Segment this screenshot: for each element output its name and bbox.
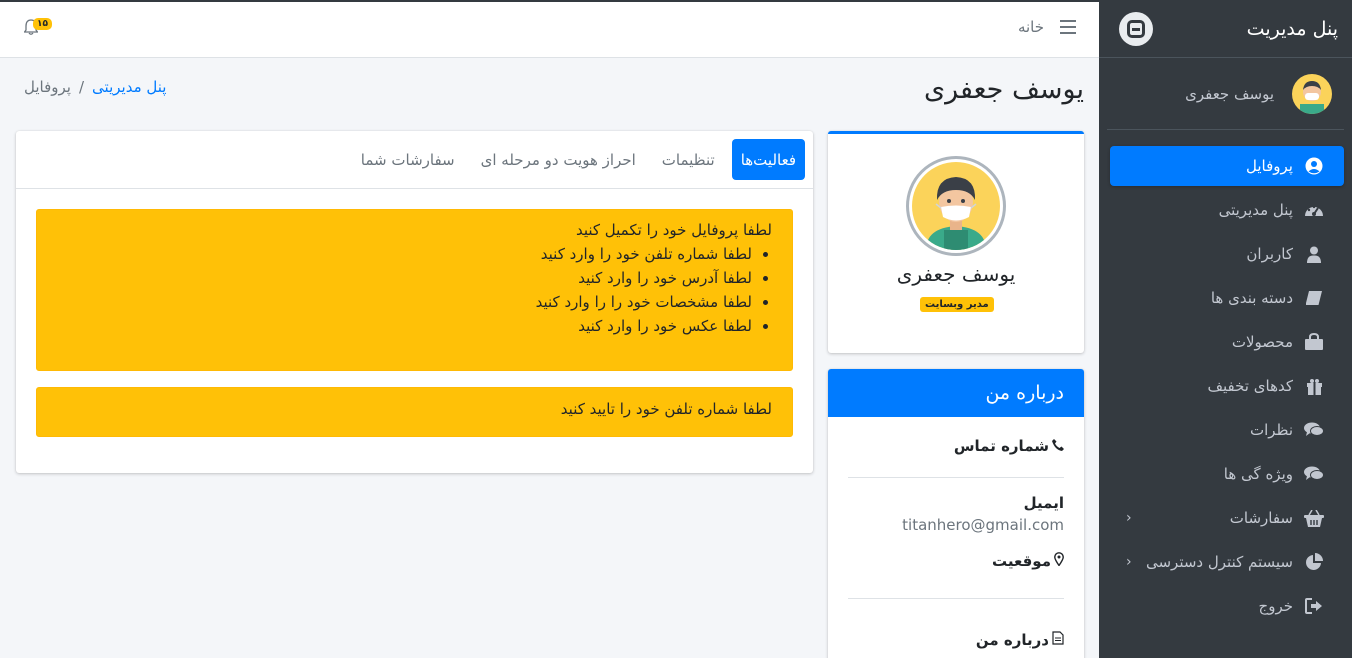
sidebar-item-label: ویژه گی ها	[1223, 465, 1293, 483]
profile-card: یوسف جعفری مدیر وبسایت	[828, 131, 1084, 353]
email-label: ایمیل	[1023, 494, 1064, 512]
profile-name: یوسف جعفری	[896, 262, 1016, 286]
sidebar-item-logout[interactable]: خروج	[1110, 586, 1344, 626]
alert-title: لطفا پروفایل خود را تکمیل کنید	[575, 221, 772, 239]
avatar	[1292, 73, 1332, 114]
sidebar-user-panel[interactable]: یوسف جعفری	[1107, 58, 1344, 130]
location-label: موقعیت	[992, 552, 1051, 570]
user-circle-icon	[1302, 157, 1326, 175]
sidebar: پنل مدیریت یوسف جعفری پروفایل پنل مدیریت…	[1099, 0, 1352, 658]
list-item: لطفا مشخصات خود را را وارد کنید	[57, 293, 752, 317]
role-badge: مدیر وبسایت	[920, 297, 994, 312]
brand-logo-icon	[1119, 11, 1153, 46]
sidebar-item-features[interactable]: ویژه گی ها	[1110, 454, 1344, 494]
activity-card: فعالیت‌ها تنظیمات احراز هویت دو مرحله ای…	[16, 131, 813, 473]
chart-pie-icon	[1302, 553, 1326, 571]
sidebar-item-label: نظرات	[1249, 421, 1293, 439]
sidebar-nav: پروفایل پنل مدیریتی کاربران دسته بندی ها…	[1099, 130, 1352, 626]
sidebar-item-label: دسته بندی ها	[1210, 289, 1293, 307]
breadcrumb: پنل مدیریتی / پروفایل	[24, 78, 166, 96]
phone-verify-alert: لطفا شماره تلفن خود را تایید کنید	[36, 387, 793, 437]
sidebar-item-access-control[interactable]: سیستم کنترل دسترسی ‹	[1110, 542, 1344, 582]
chevron-left-icon: ‹	[1126, 510, 1132, 526]
sidebar-item-categories[interactable]: دسته بندی ها	[1110, 278, 1344, 318]
map-marker-icon	[1054, 552, 1064, 570]
sidebar-item-label: محصولات	[1231, 333, 1293, 351]
list-item: لطفا آدرس خود را وارد کنید	[57, 269, 752, 293]
email-value: titanhero@gmail.com	[902, 516, 1064, 534]
sign-out-icon	[1302, 598, 1326, 614]
top-navbar: خانه ۱۵	[0, 0, 1099, 58]
chevron-left-icon: ‹	[1126, 554, 1132, 570]
sidebar-item-label: سیستم کنترل دسترسی	[1145, 553, 1293, 571]
tab-two-factor-auth[interactable]: احراز هویت دو مرحله ای	[472, 139, 645, 180]
menu-toggle-icon[interactable]	[1060, 20, 1076, 38]
sidebar-item-label: کاربران	[1246, 245, 1293, 263]
list-item: لطفا شماره تلفن خود را وارد کنید	[57, 245, 752, 269]
alert-list: لطفا شماره تلفن خود را وارد کنید لطفا آد…	[57, 245, 752, 341]
sidebar-item-label: پروفایل	[1246, 157, 1293, 175]
comments-icon	[1302, 422, 1326, 438]
tab-settings[interactable]: تنظیمات	[653, 139, 724, 180]
comments-icon	[1302, 466, 1326, 482]
breadcrumb-active: پروفایل	[24, 78, 71, 96]
dashboard-icon	[1302, 202, 1326, 218]
breadcrumb-link-dashboard[interactable]: پنل مدیریتی	[92, 78, 166, 96]
about-me-label: درباره من	[975, 631, 1049, 649]
sidebar-item-users[interactable]: کاربران	[1110, 234, 1344, 274]
sidebar-item-discount-codes[interactable]: کدهای تخفیف	[1110, 366, 1344, 406]
profile-avatar	[906, 156, 1006, 256]
sidebar-item-dashboard[interactable]: پنل مدیریتی	[1110, 190, 1344, 230]
shopping-basket-icon	[1302, 509, 1326, 527]
phone-icon	[1052, 437, 1064, 455]
sidebar-item-label: سفارشات	[1229, 509, 1293, 527]
list-item: لطفا عکس خود را وارد کنید	[57, 317, 752, 341]
gift-icon	[1302, 378, 1326, 395]
sidebar-item-profile[interactable]: پروفایل	[1110, 146, 1344, 186]
phone-label: شماره تماس	[953, 437, 1049, 455]
sidebar-user-name: یوسف جعفری	[1185, 84, 1274, 103]
sidebar-item-products[interactable]: محصولات	[1110, 322, 1344, 362]
page-title: یوسف جعفری	[923, 74, 1084, 105]
about-card-header: درباره من	[828, 369, 1084, 417]
about-phone-row: شماره تماس	[848, 417, 1064, 478]
profile-incomplete-alert: لطفا پروفایل خود را تکمیل کنید لطفا شمار…	[36, 209, 793, 371]
brand-title: پنل مدیریت	[1246, 17, 1338, 40]
sidebar-item-label: پنل مدیریتی	[1218, 201, 1293, 219]
breadcrumb-separator: /	[78, 78, 85, 96]
tab-activities[interactable]: فعالیت‌ها	[731, 139, 805, 180]
brand-link[interactable]: پنل مدیریت	[1099, 0, 1352, 58]
sidebar-item-comments[interactable]: نظرات	[1110, 410, 1344, 450]
sidebar-item-label: خروج	[1258, 597, 1293, 615]
sidebar-item-orders[interactable]: سفارشات ‹	[1110, 498, 1344, 538]
user-icon	[1302, 246, 1326, 263]
notification-badge: ۱۵	[33, 18, 52, 30]
file-text-icon	[1052, 631, 1064, 649]
sidebar-item-label: کدهای تخفیف	[1207, 377, 1293, 395]
about-me-row: درباره من	[848, 599, 1064, 649]
profile-tabs: فعالیت‌ها تنظیمات احراز هویت دو مرحله ای…	[16, 131, 813, 189]
about-email-row: ایمیل titanhero@gmail.com موقعیت	[848, 478, 1064, 599]
shopping-bag-icon	[1302, 333, 1326, 351]
about-card: درباره من شماره تماس ایمیل titanhero@gma…	[828, 369, 1084, 658]
nav-home-link[interactable]: خانه	[1018, 18, 1044, 36]
book-icon	[1302, 290, 1326, 306]
tab-your-orders[interactable]: سفارشات شما	[352, 139, 464, 180]
